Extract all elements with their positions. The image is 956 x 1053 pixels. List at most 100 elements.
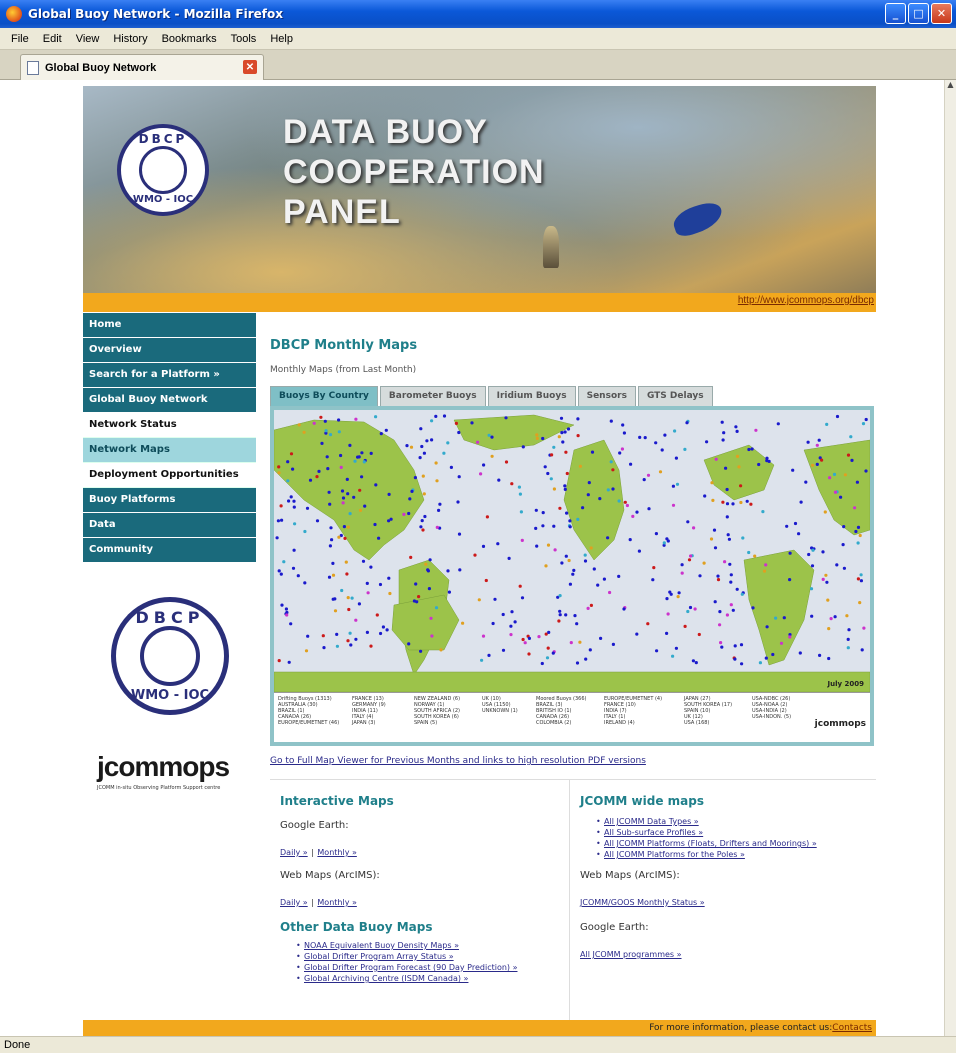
logo-top-text: DBCP	[138, 132, 188, 146]
sidebar-item-home[interactable]: Home	[83, 313, 256, 338]
sidebar-item-data[interactable]: Data	[83, 513, 256, 538]
buoy-dot	[751, 606, 755, 610]
buoy-dot	[709, 537, 714, 541]
buoy-dot	[750, 447, 754, 451]
logo-bottom-text: WMO - IOC	[132, 194, 194, 205]
buoy-dot	[618, 451, 622, 455]
buoy-dot	[346, 525, 350, 529]
buoy-dot	[689, 554, 693, 558]
jcommops-logo[interactable]: jcommops JCOMM in-situ Observing Platfor…	[97, 751, 247, 791]
map-tabs: Buoys By Country Barometer Buoys Iridium…	[270, 386, 715, 406]
buoy-dot	[662, 541, 666, 545]
list-item[interactable]: All JCOMM Platforms (Floats, Drifters an…	[596, 838, 876, 849]
jcomm-poles-link[interactable]: All JCOMM Platforms for the Poles »	[604, 850, 745, 859]
menu-tools[interactable]: Tools	[224, 33, 264, 45]
banner-url-link[interactable]: http://www.jcommops.org/dbcp	[738, 295, 874, 306]
buoy-dot	[846, 637, 850, 641]
sidebar-item-overview[interactable]: Overview	[83, 338, 256, 363]
browser-tab[interactable]: Global Buoy Network ✕	[20, 54, 264, 80]
sidebar-item-buoy-platforms[interactable]: Buoy Platforms	[83, 488, 256, 513]
close-icon[interactable]: ✕	[931, 3, 952, 24]
buoy-dot	[721, 500, 725, 504]
list-item[interactable]: Global Drifter Program Array Status »	[296, 951, 569, 962]
buoy-dot	[686, 609, 690, 614]
buoy-dot	[362, 460, 366, 464]
tab-buoys-by-country[interactable]: Buoys By Country	[270, 386, 378, 406]
buoy-dot	[686, 520, 690, 524]
buoy-dot	[584, 657, 588, 661]
buoy-dot	[521, 445, 525, 449]
buoy-dot	[694, 661, 698, 665]
list-item[interactable]: All Sub-surface Profiles »	[596, 827, 876, 838]
maximize-icon[interactable]: □	[908, 3, 929, 24]
web-maps-monthly-link[interactable]: Monthly »	[317, 898, 356, 907]
scroll-up-icon[interactable]: ▲	[945, 80, 956, 92]
vertical-scrollbar[interactable]: ▲	[944, 80, 956, 1036]
interactive-maps-column: Interactive Maps Google Earth: Daily » |…	[270, 780, 570, 1035]
buoy-dot	[767, 459, 771, 463]
noaa-density-link[interactable]: NOAA Equivalent Buoy Density Maps »	[304, 941, 459, 950]
jcomm-data-types-link[interactable]: All JCOMM Data Types »	[604, 817, 699, 826]
contacts-link[interactable]: Contacts	[832, 1023, 872, 1033]
full-map-viewer-link[interactable]: Go to Full Map Viewer for Previous Month…	[270, 756, 646, 766]
list-item[interactable]: Global Drifter Program Forecast (90 Day …	[296, 962, 569, 973]
gdp-array-status-link[interactable]: Global Drifter Program Array Status »	[304, 952, 454, 961]
buoy-dot	[302, 430, 306, 434]
buoy-dot	[832, 472, 837, 476]
buoy-dot	[358, 488, 362, 492]
minimize-icon[interactable]: _	[885, 3, 906, 24]
buoy-dot	[821, 550, 825, 554]
sidebar-item-search-platform[interactable]: Search for a Platform »	[83, 363, 256, 388]
status-bar: Done	[0, 1036, 956, 1053]
sidebar-item-network-maps[interactable]: Network Maps	[83, 438, 256, 463]
buoy-dot	[859, 579, 864, 583]
jcomm-goos-status-link[interactable]: JCOMM/GOOS Monthly Status »	[580, 898, 705, 907]
sidebar-item-deployment-opportunities[interactable]: Deployment Opportunities	[83, 463, 256, 488]
tab-barometer-buoys[interactable]: Barometer Buoys	[379, 386, 486, 406]
buoy-dot	[586, 493, 590, 497]
menu-help[interactable]: Help	[263, 33, 300, 45]
menu-view[interactable]: View	[69, 33, 107, 45]
buoy-map[interactable]: July 2009 Drifting Buoys (1313) AUSTRALI…	[270, 406, 874, 746]
sidebar-item-global-buoy-network[interactable]: Global Buoy Network	[83, 388, 256, 413]
buoy-dot	[723, 560, 727, 564]
buoy-dot	[504, 460, 509, 464]
legend-entry: SPAIN (5)	[414, 720, 438, 726]
menu-file[interactable]: File	[4, 33, 36, 45]
tab-gts-delays[interactable]: GTS Delays	[637, 386, 713, 406]
buoy-dot	[791, 468, 795, 472]
buoy-dot	[470, 421, 474, 425]
list-item[interactable]: All JCOMM Data Types »	[596, 816, 876, 827]
list-item[interactable]: Global Archiving Centre (ISDM Canada) »	[296, 973, 569, 984]
buoy-dot	[575, 622, 579, 626]
sidebar-item-network-status[interactable]: Network Status	[83, 413, 256, 438]
web-maps-daily-link[interactable]: Daily »	[280, 898, 308, 907]
tab-close-icon[interactable]: ✕	[243, 60, 257, 74]
list-item[interactable]: All JCOMM Platforms for the Poles »	[596, 849, 876, 860]
gdp-forecast-link[interactable]: Global Drifter Program Forecast (90 Day …	[304, 963, 517, 972]
jcomm-platforms-link[interactable]: All JCOMM Platforms (Floats, Drifters an…	[604, 839, 817, 848]
header-banner: DBCP WMO - IOC DATA BUOY COOPERATION PAN…	[83, 86, 876, 293]
buoy-dot	[285, 613, 289, 617]
window-title: Global Buoy Network - Mozilla Firefox	[28, 7, 283, 21]
buoy-dot	[534, 508, 538, 512]
tab-sensors[interactable]: Sensors	[577, 386, 636, 406]
menu-edit[interactable]: Edit	[36, 33, 69, 45]
buoy-dot	[798, 651, 802, 655]
menu-bookmarks[interactable]: Bookmarks	[155, 33, 224, 45]
buoy-dot	[611, 642, 615, 646]
buoy-dot	[476, 440, 480, 444]
tab-iridium-buoys[interactable]: Iridium Buoys	[487, 386, 576, 406]
jcomm-subsurface-link[interactable]: All Sub-surface Profiles »	[604, 828, 703, 837]
buoy-dot	[509, 633, 513, 637]
jcomm-programmes-link[interactable]: All JCOMM programmes »	[580, 950, 682, 959]
buoy-dot	[731, 608, 735, 612]
list-item[interactable]: NOAA Equivalent Buoy Density Maps »	[296, 940, 569, 951]
archiving-centre-link[interactable]: Global Archiving Centre (ISDM Canada) »	[304, 974, 468, 983]
google-earth-monthly-link[interactable]: Monthly »	[317, 848, 356, 857]
sidebar-item-community[interactable]: Community	[83, 538, 256, 563]
google-earth-daily-link[interactable]: Daily »	[280, 848, 308, 857]
menu-history[interactable]: History	[106, 33, 154, 45]
buoy-dot	[425, 439, 429, 443]
buoy-dot	[369, 644, 373, 648]
